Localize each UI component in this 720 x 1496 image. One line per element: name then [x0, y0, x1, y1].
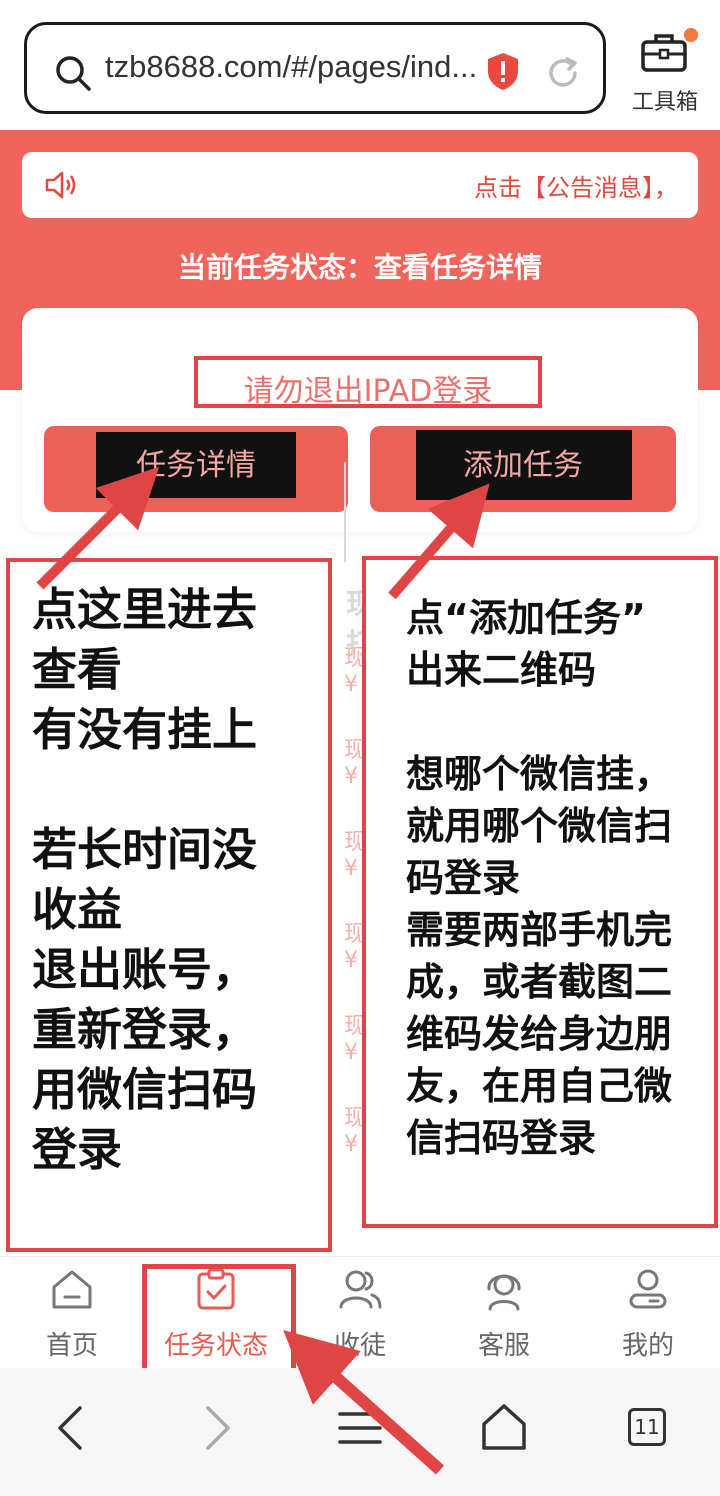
tab-label: 客服 — [477, 1331, 530, 1361]
speaker-icon — [45, 171, 76, 199]
notification-dot — [684, 28, 698, 42]
address-bar[interactable]: tzb8688.com/#/pages/ind... — [24, 22, 606, 114]
toolbox-label: 工具箱 — [631, 90, 698, 115]
tab-home[interactable]: 首页 — [0, 1257, 144, 1369]
announcement-bar[interactable]: 点击【公告消息】， — [22, 152, 698, 218]
profile-icon — [629, 1269, 667, 1309]
ipad-notice: 请勿退出IPAD登录 — [194, 356, 542, 409]
shield-icon[interactable] — [485, 51, 521, 91]
back-icon[interactable] — [42, 1398, 102, 1458]
browser-toolbar: tzb8688.com/#/pages/ind... 工具箱 — [0, 0, 720, 130]
tab-profile[interactable]: 我的 — [576, 1257, 720, 1369]
tab-customer-service[interactable]: 客服 — [432, 1257, 576, 1369]
add-task-button[interactable]: 添加任务 — [370, 426, 676, 512]
tabs-switcher-button[interactable]: 11 — [618, 1398, 678, 1458]
tabs-count: 11 — [628, 1408, 666, 1446]
announcement-text: 点击【公告消息】， — [474, 174, 678, 202]
toolbox-button[interactable]: 工具箱 — [626, 26, 706, 116]
home-icon — [52, 1270, 92, 1309]
annotation-right: 点“添加任务” 出来二维码 想哪个微信挂， 就用哪个微信扫 码登录 需要两部手机… — [362, 556, 718, 1228]
reload-icon[interactable] — [545, 55, 581, 91]
task-detail-label: 任务详情 — [136, 448, 256, 483]
highlight-box — [142, 1264, 296, 1384]
task-status-line: 当前任务状态：查看任务详情 — [177, 251, 542, 284]
forward-icon[interactable] — [186, 1398, 246, 1458]
system-nav-bar: 11 — [0, 1368, 720, 1496]
headset-icon — [487, 1274, 521, 1311]
home-nav-icon[interactable] — [474, 1398, 534, 1458]
divider — [344, 462, 346, 562]
toolbox-icon — [641, 34, 687, 72]
annotation-left-text: 点这里进去 查看 有没有挂上 若长时间没 收益 退出账号， 重新登录， 用微信扫… — [32, 583, 258, 1176]
users-icon — [339, 1270, 382, 1309]
menu-icon[interactable] — [330, 1398, 390, 1458]
tab-apprentice[interactable]: 收徒 — [288, 1257, 432, 1369]
tab-label: 我的 — [621, 1331, 674, 1361]
annotation-left: 点这里进去 查看 有没有挂上 若长时间没 收益 退出账号， 重新登录， 用微信扫… — [6, 558, 332, 1252]
tab-label: 首页 — [45, 1331, 98, 1361]
task-card: 请勿退出IPAD登录 任务详情 添加任务 — [22, 308, 698, 532]
add-task-label: 添加任务 — [463, 448, 583, 483]
search-icon — [56, 56, 91, 91]
url-text[interactable]: tzb8688.com/#/pages/ind... — [105, 49, 477, 85]
task-detail-button[interactable]: 任务详情 — [44, 426, 348, 512]
tab-label: 收徒 — [333, 1331, 386, 1361]
bottom-tab-bar: 首页 任务状态 收徒 客服 我的 — [0, 1256, 720, 1368]
annotation-right-text: 点“添加任务” 出来二维码 想哪个微信挂， 就用哪个微信扫 码登录 需要两部手机… — [406, 596, 673, 1160]
ipad-notice-text: 请勿退出IPAD登录 — [243, 374, 493, 409]
